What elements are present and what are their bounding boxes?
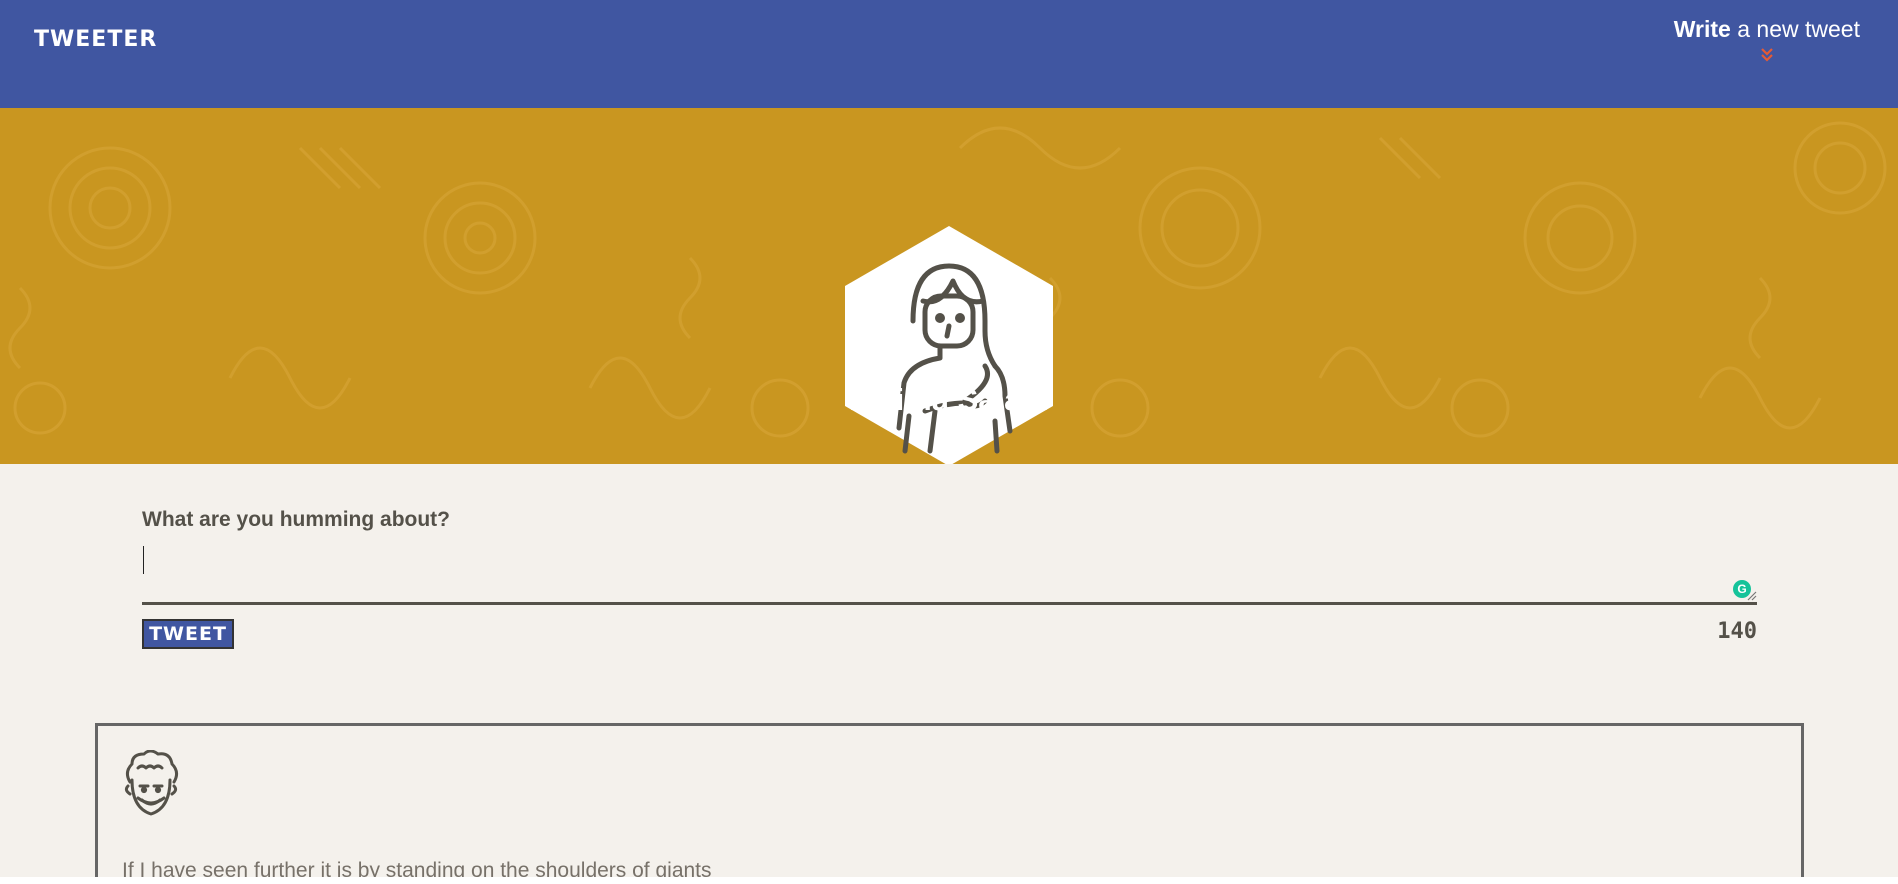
write-new-tweet-rest: a new tweet [1730,16,1860,42]
character-counter: 140 [1717,619,1757,644]
tweet-text: If I have seen further it is by standing… [122,859,712,877]
write-new-tweet-toggle[interactable]: Write a new tweet [1674,16,1860,63]
tweet-card: If I have seen further it is by standing… [95,723,1804,877]
write-new-tweet-strong: Write [1673,16,1731,42]
curly-hair-man-avatar-icon [124,750,179,816]
top-nav: TWEETER Write a new tweet [0,0,1898,108]
tweet-button[interactable]: TWEET [142,619,234,649]
resize-handle-icon[interactable] [1747,591,1757,601]
write-new-tweet-label[interactable]: Write a new tweet [1674,16,1860,43]
double-chevron-down-icon[interactable] [1760,47,1774,63]
brand-logo[interactable]: TWEETER [34,27,157,52]
profile-name: Fatima Sajadi [849,382,1049,417]
compose-prompt: What are you humming about? [142,508,450,531]
page: TWEETER Write a new tweet Fatima Sajadi … [0,0,1898,877]
compose-form: What are you humming about? G TWEET 140 [142,508,1757,649]
compose-actions: TWEET 140 [142,619,1757,649]
text-caret [143,546,144,574]
tweet-textarea[interactable]: G [142,542,1757,605]
profile-avatar [845,226,1053,464]
profile-banner: Fatima Sajadi [0,108,1898,464]
